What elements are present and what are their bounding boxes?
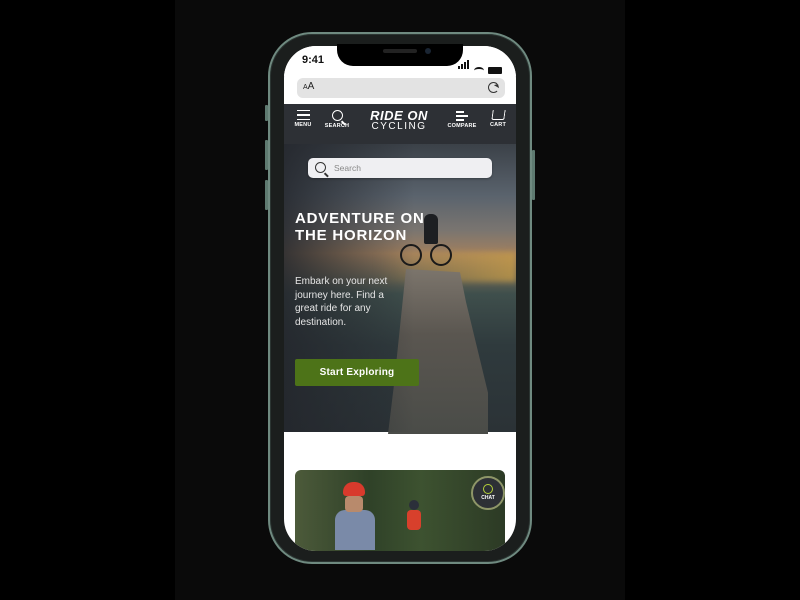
battery-icon — [488, 67, 502, 74]
second-cyclist-helmet — [409, 500, 419, 510]
search-button[interactable]: SEARCH — [319, 110, 355, 129]
search-icon — [315, 162, 326, 173]
search-label: SEARCH — [324, 123, 350, 129]
second-cyclist — [407, 510, 421, 530]
cyclist-body — [335, 510, 375, 550]
speaker — [383, 49, 417, 53]
text-size-button[interactable]: AA — [303, 81, 314, 92]
cyclist-face — [345, 496, 363, 512]
compare-label: COMPARE — [447, 123, 477, 129]
search-input[interactable] — [334, 161, 484, 175]
cart-button[interactable]: CART — [480, 110, 516, 128]
chat-button[interactable]: CHAT — [471, 476, 505, 510]
site-header: MENU SEARCH RIDE ON CYCLING COMPARE CART — [284, 104, 516, 144]
hamburger-icon — [296, 110, 310, 120]
compare-icon — [456, 110, 468, 121]
cart-label: CART — [489, 122, 507, 128]
silent-switch — [265, 105, 268, 121]
cyclist-figure — [424, 214, 438, 244]
start-exploring-button[interactable]: Start Exploring — [295, 359, 419, 386]
bike-wheel-rear — [430, 244, 452, 266]
logo-line2: CYCLING — [371, 120, 427, 132]
status-icons — [458, 56, 502, 74]
logo-line1: RIDE ON — [370, 108, 428, 123]
phone-screen: 9:41 AA MENU SEARCH RIDE ON CYCLING COMP… — [284, 46, 516, 551]
clock: 9:41 — [302, 54, 325, 66]
hero-title: ADVENTURE ON THE HORIZON — [295, 210, 425, 244]
reload-icon[interactable] — [488, 82, 499, 93]
volume-down-button — [265, 180, 268, 210]
menu-button[interactable]: MENU — [285, 110, 321, 128]
camera — [425, 48, 431, 54]
hero-banner: ADVENTURE ON THE HORIZON Embark on your … — [284, 144, 516, 434]
red-helmet — [343, 482, 365, 496]
browser-address-bar[interactable]: AA — [297, 78, 505, 98]
compare-button[interactable]: COMPARE — [444, 110, 480, 129]
menu-label: MENU — [294, 122, 312, 128]
cart-icon — [490, 110, 506, 120]
chat-bubble-icon — [483, 484, 493, 494]
power-button — [532, 150, 535, 200]
hero-description: Embark on your next journey here. Find a… — [295, 276, 388, 328]
notch — [337, 44, 463, 66]
volume-up-button — [265, 140, 268, 170]
wifi-icon — [474, 67, 484, 74]
chat-label: CHAT — [481, 495, 495, 501]
site-logo[interactable]: RIDE ON CYCLING — [362, 108, 436, 132]
hero-search-box[interactable] — [308, 158, 492, 178]
search-icon — [331, 110, 343, 121]
